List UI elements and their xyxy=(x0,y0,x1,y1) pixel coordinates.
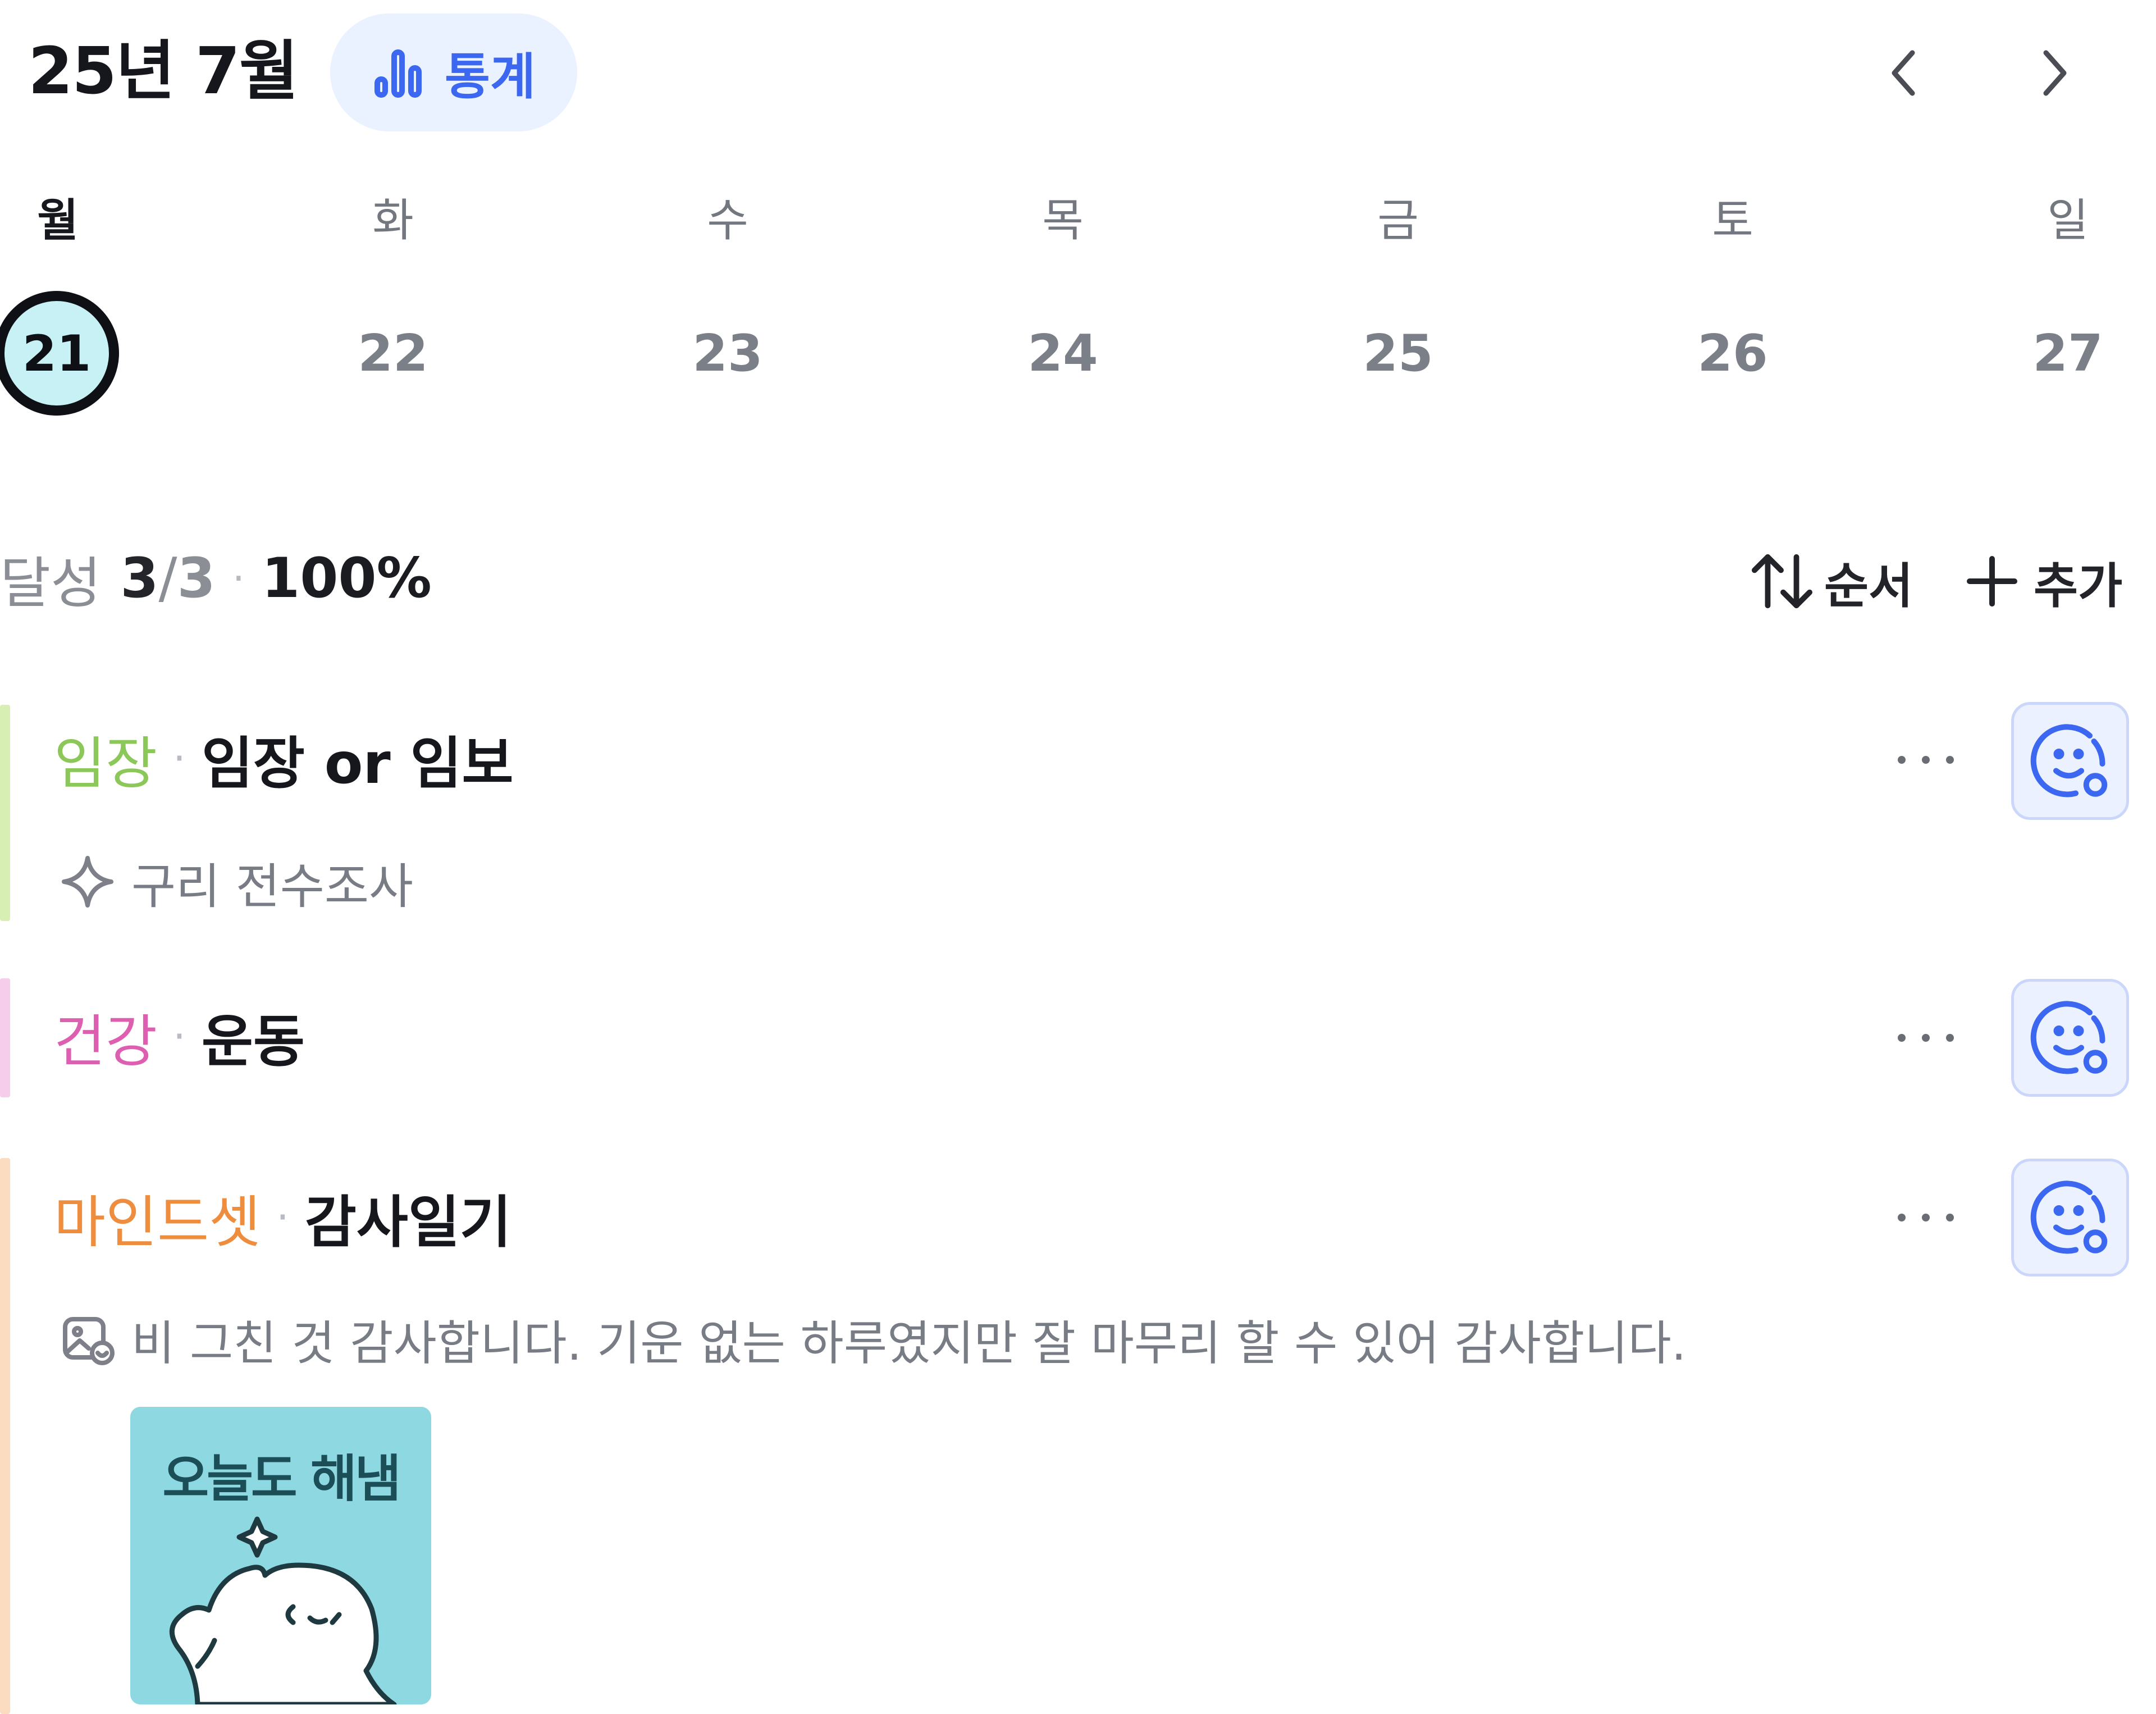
day-25[interactable]: 25 xyxy=(1336,314,1460,393)
add-goal-button[interactable]: 추가 xyxy=(1965,545,2122,618)
chevron-right-icon xyxy=(2043,50,2067,96)
weekday-fri: 금 xyxy=(1377,194,1419,247)
more-horizontal-icon xyxy=(1898,1214,1954,1221)
weekday-wed: 수 xyxy=(707,194,748,247)
achievement-summary: 달성 3 / 3 · 100% xyxy=(0,539,432,618)
goal-category: 임장 xyxy=(54,730,157,796)
goal-category: 건강 xyxy=(54,1008,157,1074)
next-week-button[interactable] xyxy=(2021,39,2089,107)
weekday-mon: 월 xyxy=(37,194,79,247)
summary-total-count: 3 xyxy=(177,546,216,610)
summary-label: 달성 xyxy=(0,551,102,616)
goal-more-button[interactable] xyxy=(1886,1189,1965,1246)
day-21-selected[interactable]: 21 xyxy=(0,291,119,416)
goal-category: 마인드셋 xyxy=(54,1189,261,1255)
goal-separator: · xyxy=(276,1193,289,1241)
goal-name: 감사일기 xyxy=(304,1189,511,1255)
goal-color-bar xyxy=(0,705,10,921)
summary-percent: 100% xyxy=(262,546,432,610)
weekday-sun: 일 xyxy=(2047,194,2089,247)
sort-label: 순서 xyxy=(1824,558,1913,614)
goal-name: 운동 xyxy=(201,1008,305,1074)
stats-label: 통계 xyxy=(445,47,536,106)
goal-note-row[interactable]: 비 그친 것 감사합니다. 기운 없는 하루였지만 잘 마무리 할 수 있어 감… xyxy=(60,1306,1687,1373)
smile-add-icon xyxy=(2030,1001,2108,1074)
weekday-sat: 토 xyxy=(1712,194,1753,247)
sort-button[interactable]: 순서 xyxy=(1749,545,1913,618)
goal-title-row[interactable]: 마인드셋 · 감사일기 xyxy=(54,1178,511,1256)
sticker-image[interactable]: 오늘도 해냄 xyxy=(130,1407,431,1704)
goal-reaction-button[interactable] xyxy=(2011,702,2129,820)
summary-separator: · xyxy=(232,555,245,601)
day-23[interactable]: 23 xyxy=(666,314,789,393)
goal-title-row[interactable]: 건강 · 운동 xyxy=(54,997,305,1075)
goal-reaction-button[interactable] xyxy=(2011,1159,2129,1277)
goal-color-bar xyxy=(0,978,10,1097)
sparkle-icon xyxy=(62,856,113,908)
goal-separator: · xyxy=(173,735,186,782)
chevron-left-icon xyxy=(1892,50,1915,96)
weekday-tue: 화 xyxy=(372,194,414,247)
sticker-character-illustration xyxy=(169,1516,397,1704)
summary-done-count: 3 xyxy=(120,546,159,610)
goal-subtask-row[interactable]: 구리 전수조사 xyxy=(60,848,413,915)
goal-more-button[interactable] xyxy=(1886,1010,1965,1066)
goal-color-bar xyxy=(0,1158,10,1714)
weekday-thu: 목 xyxy=(1042,194,1084,247)
goal-separator: · xyxy=(173,1013,186,1060)
subtask-text: 구리 전수조사 xyxy=(131,858,414,915)
day-24[interactable]: 24 xyxy=(1001,314,1125,393)
more-horizontal-icon xyxy=(1898,756,1954,764)
goal-more-button[interactable] xyxy=(1886,732,1965,788)
stats-button[interactable]: 통계 xyxy=(330,13,577,131)
bar-chart-icon xyxy=(374,49,422,98)
goal-title-row[interactable]: 임장 · 임장 or 임보 xyxy=(54,719,514,797)
note-text: 비 그친 것 감사합니다. 기운 없는 하루였지만 잘 마무리 할 수 있어 감… xyxy=(131,1315,1687,1371)
month-title: 25년 7월 xyxy=(28,34,299,109)
add-label: 추가 xyxy=(2034,558,2123,614)
smile-add-icon xyxy=(2030,724,2108,797)
day-22[interactable]: 22 xyxy=(331,314,455,393)
goal-name: 임장 or 임보 xyxy=(201,730,514,796)
day-26[interactable]: 26 xyxy=(1671,314,1794,393)
day-27[interactable]: 27 xyxy=(2006,314,2130,393)
image-note-icon xyxy=(63,1317,115,1365)
more-horizontal-icon xyxy=(1898,1034,1954,1042)
sort-arrows-icon xyxy=(1751,554,1813,609)
summary-slash: / xyxy=(158,546,177,610)
smile-add-icon xyxy=(2030,1180,2108,1254)
plus-icon xyxy=(1967,556,2017,607)
prev-week-button[interactable] xyxy=(1870,39,1937,107)
goal-reaction-button[interactable] xyxy=(2011,979,2129,1097)
